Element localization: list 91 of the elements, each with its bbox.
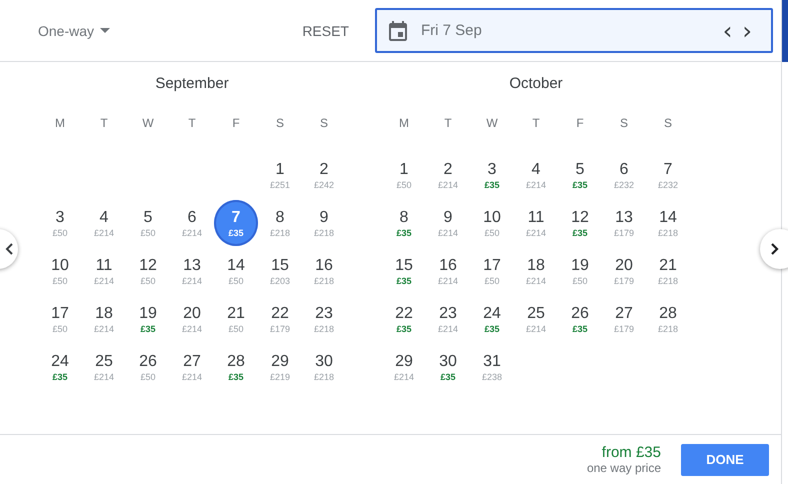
price-note: one way price [586, 461, 661, 475]
calendar-day[interactable]: 30 £35 [426, 344, 470, 390]
calendar-day[interactable]: 14 £218 [646, 200, 690, 246]
month-title: September [154, 75, 230, 94]
weekday-label: F [575, 115, 585, 131]
calendar-day[interactable]: 21 £218 [646, 248, 690, 294]
calendar-day[interactable]: 12 £50 [126, 248, 170, 294]
calendar-day[interactable]: 26 £35 [558, 296, 602, 342]
weekday-label: T [99, 115, 109, 131]
weekday-label: T [443, 115, 453, 131]
calendar-day[interactable]: 1 £251 [258, 152, 302, 198]
calendar-day[interactable]: 21 £50 [214, 296, 258, 342]
calendar-day[interactable]: 18 £214 [82, 296, 126, 342]
calendar-day[interactable]: 30 £218 [302, 344, 346, 390]
next-date-button[interactable]: › [737, 18, 757, 42]
calendar-day[interactable]: 7 £35 [214, 200, 258, 246]
weekday-label: T [187, 115, 197, 131]
weekday-label: T [531, 115, 541, 131]
calendar-day[interactable]: 10 £50 [470, 200, 514, 246]
calendar-day[interactable]: 15 £35 [382, 248, 426, 294]
calendar-day[interactable]: 28 £218 [646, 296, 690, 342]
calendar-day[interactable]: 29 £219 [258, 344, 302, 390]
calendar-day[interactable]: 14 £50 [214, 248, 258, 294]
calendar-day[interactable]: 8 £35 [382, 200, 426, 246]
calendar-day[interactable]: 31 £238 [470, 344, 514, 390]
calendar-day[interactable]: 25 £214 [82, 344, 126, 390]
weekday-label: S [662, 115, 673, 131]
done-button[interactable]: DONE [681, 444, 769, 476]
calendar-day[interactable]: 3 £50 [38, 200, 82, 246]
weekday-label: S [318, 115, 329, 131]
weekday-label: M [54, 115, 66, 131]
calendar-icon [389, 20, 407, 40]
calendar-day[interactable]: 4 £214 [82, 200, 126, 246]
weekday-label: F [231, 115, 241, 131]
calendar-day[interactable]: 15 £203 [258, 248, 302, 294]
reset-button[interactable]: RESET [302, 18, 349, 42]
calendar-day[interactable]: 24 £35 [38, 344, 82, 390]
calendar-day[interactable]: 6 £232 [602, 152, 646, 198]
calendar-day[interactable]: 13 £179 [602, 200, 646, 246]
calendar-day[interactable]: 19 £35 [126, 296, 170, 342]
calendar-day[interactable]: 23 £218 [302, 296, 346, 342]
weekday-label: W [141, 115, 155, 131]
calendar-day[interactable]: 17 £50 [470, 248, 514, 294]
lowest-price: from £35 [602, 444, 661, 461]
calendar-day[interactable]: 19 £50 [558, 248, 602, 294]
calendar-day[interactable]: 27 £179 [602, 296, 646, 342]
calendar-day[interactable]: 10 £50 [38, 248, 82, 294]
calendar-day[interactable]: 4 £214 [514, 152, 558, 198]
date-field[interactable]: Fri 7 Sep ‹ › [375, 8, 773, 53]
calendar-day[interactable]: 17 £50 [38, 296, 82, 342]
calendar-day[interactable]: 6 £214 [170, 200, 214, 246]
date-value: Fri 7 Sep [421, 22, 483, 39]
calendar-day[interactable]: 20 £214 [170, 296, 214, 342]
weekday-label: W [485, 115, 499, 131]
previous-date-button[interactable]: ‹ [718, 18, 738, 42]
calendar-day[interactable]: 22 £179 [258, 296, 302, 342]
calendar-day[interactable]: 12 £35 [558, 200, 602, 246]
weekday-label: S [618, 115, 629, 131]
calendar-day[interactable]: 29 £214 [382, 344, 426, 390]
chevron-right-icon [771, 243, 779, 255]
calendar-day[interactable]: 20 £179 [602, 248, 646, 294]
calendar-day[interactable]: 8 £218 [258, 200, 302, 246]
calendar-day[interactable]: 22 £35 [382, 296, 426, 342]
calendar-day[interactable]: 11 £214 [514, 200, 558, 246]
calendar-day[interactable]: 23 £214 [426, 296, 470, 342]
calendar-day[interactable]: 13 £214 [170, 248, 214, 294]
calendar-day[interactable]: 7 £232 [646, 152, 690, 198]
chevron-left-icon [5, 243, 13, 255]
trip-type-dropdown[interactable]: One-way [38, 22, 110, 38]
calendar-day[interactable]: 2 £242 [302, 152, 346, 198]
caret-icon [100, 28, 110, 33]
calendar-day[interactable]: 27 £214 [170, 344, 214, 390]
calendar-day[interactable]: 24 £35 [470, 296, 514, 342]
calendar-day[interactable]: 16 £214 [426, 248, 470, 294]
calendar-day[interactable]: 9 £218 [302, 200, 346, 246]
calendar-day[interactable]: 3 £35 [470, 152, 514, 198]
weekday-label: S [274, 115, 285, 131]
calendar-day[interactable]: 18 £214 [514, 248, 558, 294]
calendar-day[interactable]: 1 £50 [382, 152, 426, 198]
calendar-day[interactable]: 11 £214 [82, 248, 126, 294]
next-month-button[interactable] [760, 229, 788, 269]
calendar-day[interactable]: 28 £35 [214, 344, 258, 390]
calendar-day[interactable]: 16 £218 [302, 248, 346, 294]
weekday-label: M [398, 115, 410, 131]
calendar-day[interactable]: 5 £35 [558, 152, 602, 198]
calendar-day[interactable]: 9 £214 [426, 200, 470, 246]
calendar-day[interactable]: 26 £50 [126, 344, 170, 390]
calendar-day[interactable]: 2 £214 [426, 152, 470, 198]
month-title: October [508, 75, 564, 94]
calendar-day[interactable]: 25 £214 [514, 296, 558, 342]
calendar-day[interactable]: 5 £50 [126, 200, 170, 246]
